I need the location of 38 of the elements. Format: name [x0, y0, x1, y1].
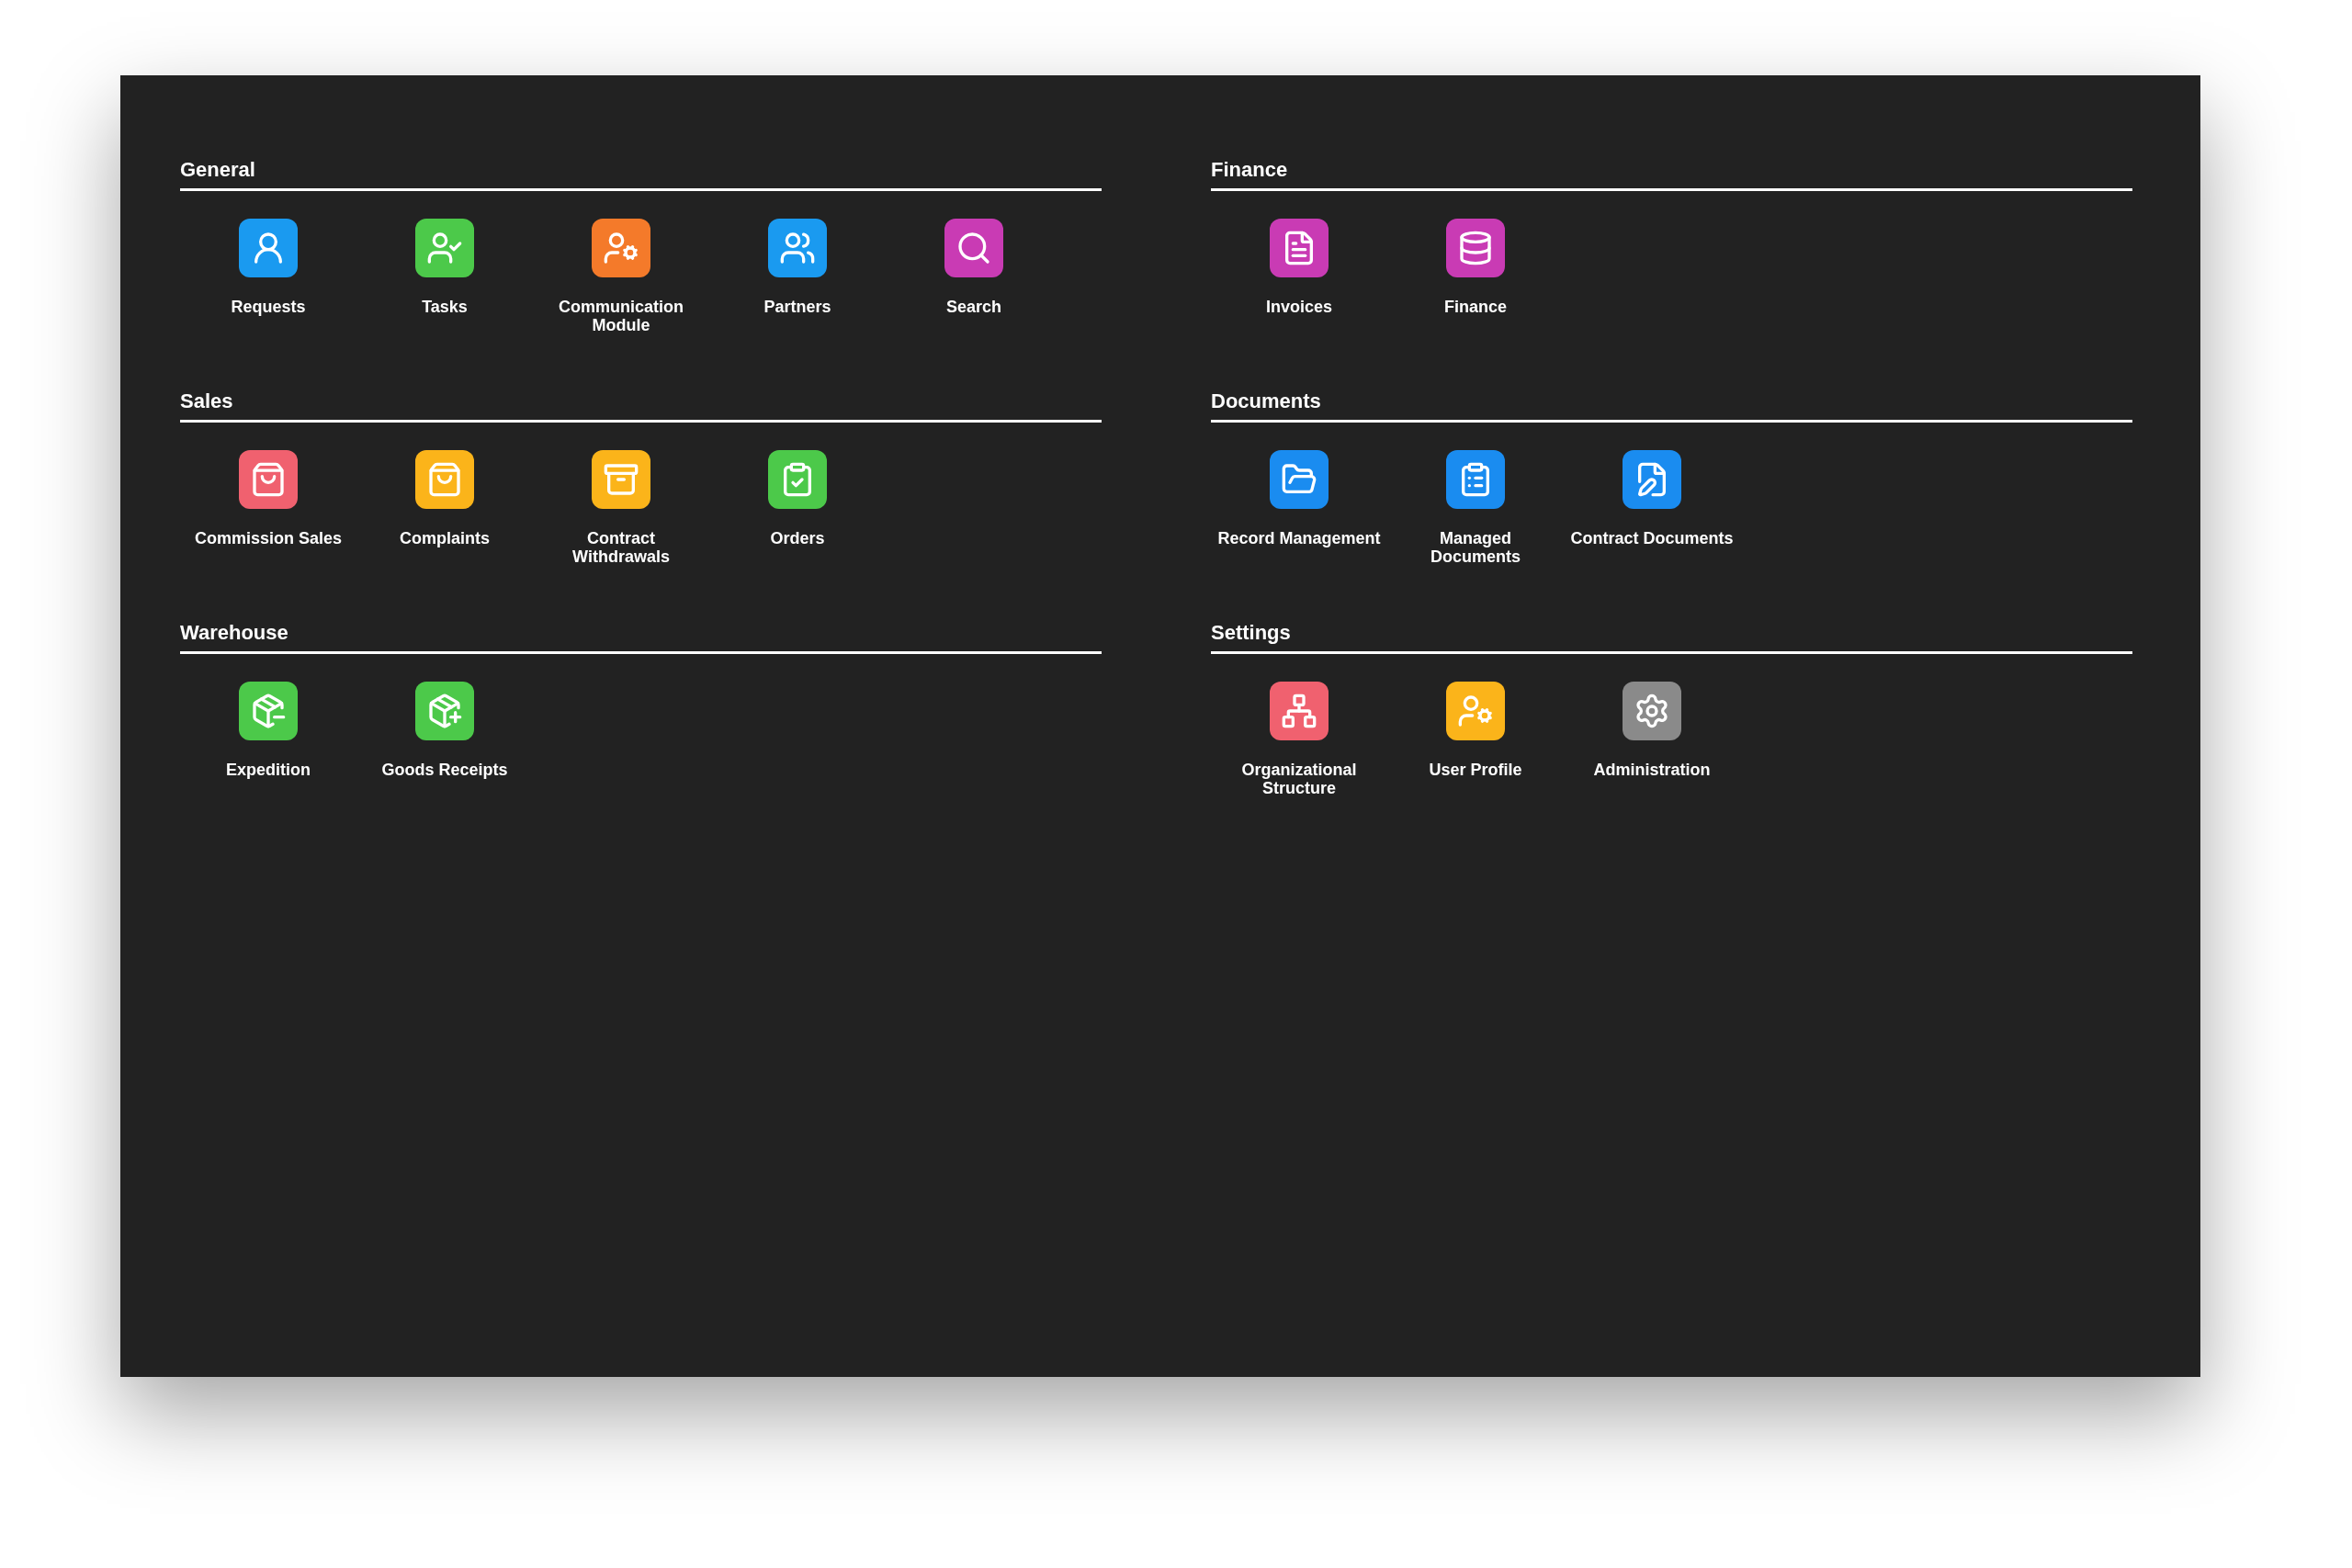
app-tile[interactable]: User Profile	[1387, 682, 1564, 797]
app-tile[interactable]: Complaints	[356, 450, 533, 566]
user-gear-icon	[603, 230, 639, 266]
settings-icon	[1634, 693, 1670, 729]
app-tile[interactable]: Tasks	[356, 219, 533, 334]
app-tile[interactable]: Finance	[1387, 219, 1564, 316]
user-gear-icon	[1457, 693, 1494, 729]
section-title: Warehouse	[180, 621, 288, 644]
section-title: Settings	[1211, 621, 1291, 644]
box-minus-icon	[250, 693, 287, 729]
archive-box-icon	[603, 461, 639, 498]
app-tile[interactable]: Organizational Structure	[1211, 682, 1387, 797]
app-tile[interactable]: Managed Documents	[1387, 450, 1564, 566]
app-tile[interactable]: Search	[886, 219, 1062, 334]
app-tile[interactable]: Goods Receipts	[356, 682, 533, 779]
app-tile[interactable]: Requests	[180, 219, 356, 334]
shopping-bag-icon	[250, 461, 287, 498]
shopping-bag-icon	[426, 461, 463, 498]
app-tile[interactable]: Administration	[1564, 682, 1740, 797]
app-tile[interactable]: Expedition	[180, 682, 356, 779]
user-check-icon	[426, 230, 463, 266]
section-title: General	[180, 158, 255, 181]
section-title: Sales	[180, 389, 233, 412]
app-tile[interactable]: Invoices	[1211, 219, 1387, 316]
box-plus-icon	[426, 693, 463, 729]
app-tile[interactable]: Communication Module	[533, 219, 709, 334]
app-tile[interactable]: Commission Sales	[180, 450, 356, 566]
app-tile[interactable]: Contract Withdrawals	[533, 450, 709, 566]
section-title: Documents	[1211, 389, 1321, 412]
app-tile[interactable]: Orders	[709, 450, 886, 566]
app-tile[interactable]: Record Management	[1211, 450, 1387, 566]
app-tile[interactable]: Partners	[709, 219, 886, 334]
app-tile[interactable]: Contract Documents	[1564, 450, 1740, 566]
search-icon	[956, 230, 992, 266]
hierarchy-icon	[1281, 693, 1317, 729]
users-icon	[779, 230, 816, 266]
coin-stack-icon	[1457, 230, 1494, 266]
section-title: Finance	[1211, 158, 1288, 181]
